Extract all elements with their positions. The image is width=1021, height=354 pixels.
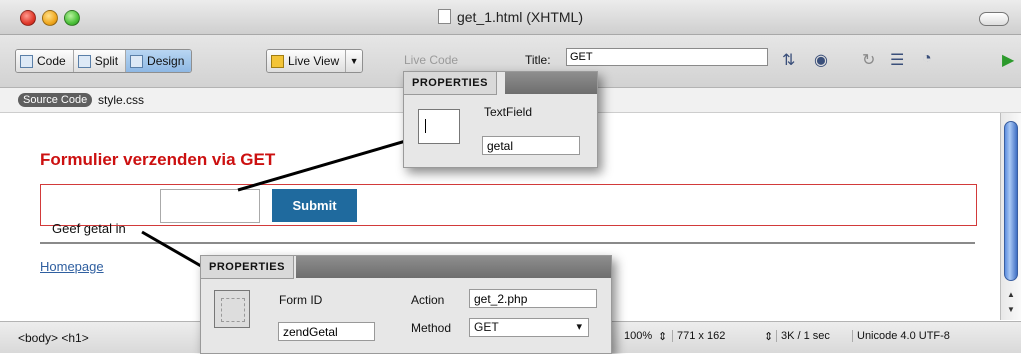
number-textfield[interactable] xyxy=(160,189,260,223)
preview-browser-icon[interactable]: ◉ xyxy=(814,50,828,70)
action-input[interactable] xyxy=(469,289,597,308)
view-mode-segment: Code Split Design xyxy=(15,49,193,73)
validate-icon[interactable]: ▶ xyxy=(1002,50,1014,70)
source-code-button[interactable]: Source Code xyxy=(18,93,93,107)
homepage-link[interactable]: Homepage xyxy=(40,259,104,274)
window-title: get_1.html (XHTML) xyxy=(0,9,1021,25)
scroll-up-icon[interactable]: ▲ xyxy=(1007,290,1015,299)
code-view-icon xyxy=(20,54,33,68)
form-id-input[interactable] xyxy=(278,322,375,341)
zoom-level[interactable]: 100% xyxy=(620,330,656,342)
split-view-button[interactable]: Split xyxy=(73,50,127,72)
design-view-icon xyxy=(130,54,144,68)
title-bar: get_1.html (XHTML) xyxy=(0,0,1021,35)
toolbar-toggle-button[interactable] xyxy=(979,12,1009,26)
form-properties-panel: PROPERTIES Form ID Action Method GET xyxy=(200,255,612,354)
method-label: Method xyxy=(411,321,452,335)
related-file-css[interactable]: style.css xyxy=(98,93,144,107)
form-id-label: Form ID xyxy=(279,293,323,307)
document-icon xyxy=(437,9,451,24)
file-management-icon[interactable]: ⇅ xyxy=(782,50,795,70)
window-size[interactable]: 771 x 162 xyxy=(672,330,729,342)
page-heading[interactable]: Formulier verzenden via GET xyxy=(40,150,275,170)
page-title-input[interactable] xyxy=(566,48,768,66)
action-label: Action xyxy=(411,293,445,307)
properties-tab-bar xyxy=(296,256,611,278)
tag-selector[interactable]: <body> <h1> xyxy=(18,331,89,345)
design-view-button[interactable]: Design xyxy=(126,50,192,72)
zoom-stepper-icon[interactable]: ⇕ xyxy=(654,330,671,343)
live-code-button[interactable]: Live Code xyxy=(404,53,458,67)
field-label: Geef getal in xyxy=(52,221,126,236)
method-select[interactable]: GET xyxy=(469,318,589,337)
window-size-stepper-icon[interactable]: ⇕ xyxy=(760,330,777,343)
live-view-control: Live View ▼ xyxy=(266,49,364,73)
form-type-icon xyxy=(214,290,250,328)
element-type-label: TextField xyxy=(484,105,533,119)
textfield-properties-panel: PROPERTIES TextField xyxy=(403,71,598,168)
properties-tab[interactable]: PROPERTIES xyxy=(201,256,294,279)
vertical-scrollbar[interactable]: ▲ ▼ xyxy=(1000,113,1021,320)
submit-button[interactable]: Submit xyxy=(272,189,357,222)
live-view-button[interactable]: Live View xyxy=(267,50,347,72)
code-view-button[interactable]: Code xyxy=(16,50,74,72)
download-time: 3K / 1 sec xyxy=(776,330,834,342)
live-view-icon xyxy=(271,54,284,68)
view-options-icon[interactable]: ☰ xyxy=(890,50,904,70)
scroll-down-icon[interactable]: ▼ xyxy=(1007,305,1015,314)
properties-tab-bar xyxy=(505,72,597,94)
properties-tab[interactable]: PROPERTIES xyxy=(404,72,497,95)
scrollbar-thumb[interactable] xyxy=(1004,121,1018,281)
title-label: Title: xyxy=(525,53,551,67)
textfield-type-icon xyxy=(418,109,460,144)
encoding: Unicode 4.0 UTF-8 xyxy=(852,330,954,342)
textfield-name-input[interactable] xyxy=(482,136,580,155)
refresh-icon[interactable]: ↻ xyxy=(862,50,875,70)
visual-aids-icon[interactable]: ◔ xyxy=(922,50,932,68)
horizontal-rule xyxy=(40,242,975,244)
split-view-icon xyxy=(77,54,91,68)
live-view-dropdown[interactable]: ▼ xyxy=(346,50,363,72)
